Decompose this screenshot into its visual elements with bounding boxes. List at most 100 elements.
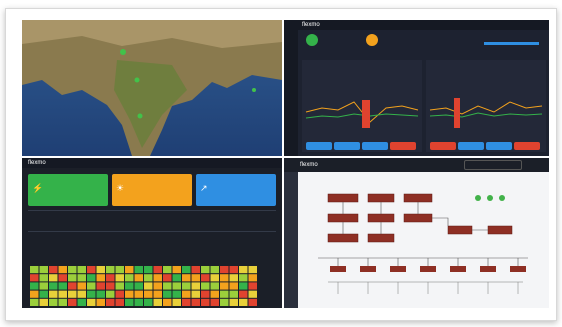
heatmap-cell	[125, 274, 134, 282]
map-panel[interactable]	[22, 20, 282, 156]
heatmap-cell	[68, 274, 77, 282]
heatmap-cell	[96, 282, 105, 290]
heatmap-cell	[153, 274, 162, 282]
heatmap-cell	[220, 266, 229, 274]
heatmap-cell	[58, 266, 67, 274]
stat-tile	[514, 142, 540, 150]
stat-tile	[306, 142, 332, 150]
heatmap-cell	[30, 274, 39, 282]
heatmap-cell	[115, 282, 124, 290]
orange-kpi-icon	[366, 34, 378, 46]
heatmap-cell	[30, 266, 39, 274]
heatmap-cell	[39, 266, 48, 274]
brand-label: flexmo	[302, 22, 320, 28]
heatmap-cell	[239, 298, 248, 306]
left-panel	[302, 60, 422, 152]
heatmap-cell	[153, 298, 162, 306]
heatmap-cell	[77, 290, 86, 298]
heatmap-cell	[191, 266, 200, 274]
heatmap-cell	[182, 290, 191, 298]
chart-icon: ↗	[200, 183, 208, 193]
heatmap-cell	[239, 274, 248, 282]
heatmap-cell	[115, 274, 124, 282]
green-kpi-icon	[306, 34, 318, 46]
heatmap-cell	[220, 298, 229, 306]
heatmap-cell	[68, 266, 77, 274]
heatmap-cell	[153, 282, 162, 290]
heatmap-cell	[39, 290, 48, 298]
heatmap-cell	[144, 282, 153, 290]
header-title: flexmo	[300, 162, 318, 168]
heatmap-cell	[68, 290, 77, 298]
heatmap-cell	[163, 298, 172, 306]
slider[interactable]	[484, 42, 539, 45]
heatmap-cell	[106, 266, 115, 274]
left-line-chart	[305, 100, 419, 128]
diagram-panel: flexmo	[284, 158, 549, 308]
map-marker[interactable]	[120, 49, 126, 55]
heatmap-cell	[201, 282, 210, 290]
heatmap-cell	[220, 282, 229, 290]
heatmap-cell	[87, 274, 96, 282]
heatmap-cell	[125, 298, 134, 306]
map-marker[interactable]	[252, 88, 256, 92]
heatmap-cell	[191, 290, 200, 298]
blue-kpi-card: ↗	[196, 174, 276, 206]
stats-row	[28, 210, 276, 232]
heatmap-cell	[58, 290, 67, 298]
heatmap-cell	[87, 298, 96, 306]
monitor-dashboard: flexmo	[284, 20, 549, 156]
heatmap-cell	[125, 282, 134, 290]
header-dropdown[interactable]	[464, 160, 522, 170]
heatmap-cell	[153, 290, 162, 298]
sidebar	[284, 20, 298, 156]
heatmap-cell	[248, 266, 257, 274]
map-marker[interactable]	[134, 77, 140, 83]
heatmap-cell	[220, 274, 229, 282]
heatmap-cell	[229, 274, 238, 282]
heatmap-cell	[239, 290, 248, 298]
heatmap-cell	[182, 298, 191, 306]
heatmap-cell	[191, 298, 200, 306]
heatmap-cell	[201, 274, 210, 282]
heatmap-cell	[68, 282, 77, 290]
heatmap-cell	[201, 298, 210, 306]
heatmap-cell	[87, 282, 96, 290]
heatmap-cell	[96, 274, 105, 282]
heatmap-cell	[58, 298, 67, 306]
stat-tile	[430, 142, 456, 150]
heatmap-cell	[153, 266, 162, 274]
heatmap-cell	[220, 290, 229, 298]
heatmap-cell	[163, 282, 172, 290]
heatmap-cell	[49, 298, 58, 306]
heatmap-cell	[134, 266, 143, 274]
heatmap-cell	[191, 274, 200, 282]
heatmap-cell	[30, 290, 39, 298]
green-kpi-card: ⚡	[28, 174, 108, 206]
heatmap-cell	[229, 290, 238, 298]
map-marker[interactable]	[137, 113, 143, 119]
heatmap-cell	[134, 282, 143, 290]
heatmap-cell	[49, 266, 58, 274]
heatmap-cell	[115, 266, 124, 274]
heatmap	[30, 266, 257, 306]
heatmap-cell	[125, 266, 134, 274]
heatmap-cell	[115, 298, 124, 306]
heatmap-cell	[172, 274, 181, 282]
heatmap-cell	[77, 282, 86, 290]
heatmap-cell	[182, 274, 191, 282]
stat-tile	[390, 142, 416, 150]
right-line-chart	[429, 98, 543, 128]
heatmap-cell	[68, 298, 77, 306]
heatmap-cell	[134, 274, 143, 282]
diagram-canvas	[298, 172, 549, 308]
heatmap-cell	[210, 290, 219, 298]
heatmap-cell	[182, 282, 191, 290]
heatmap-cell	[144, 290, 153, 298]
heatmap-cell	[87, 290, 96, 298]
heatmap-cell	[39, 298, 48, 306]
heatmap-cell	[96, 290, 105, 298]
stat-tile	[486, 142, 512, 150]
heatmap-cell	[248, 298, 257, 306]
heatmap-cell	[210, 282, 219, 290]
